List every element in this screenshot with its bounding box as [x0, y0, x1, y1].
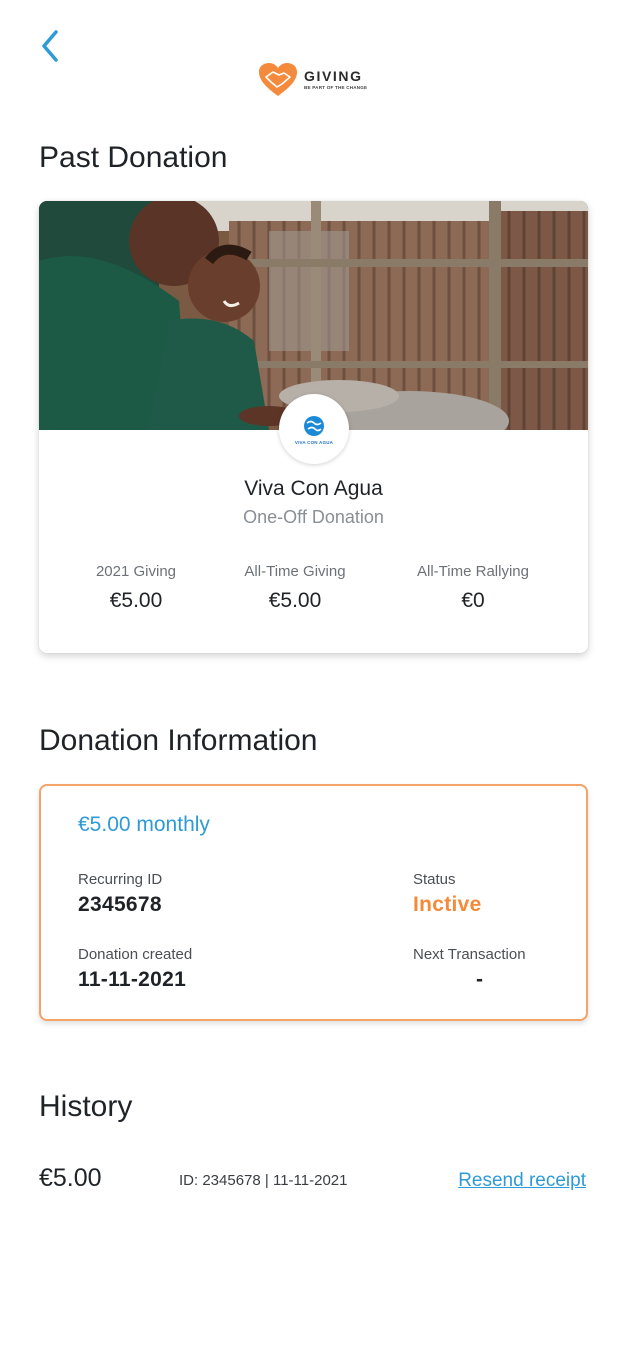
org-logo-text: VIVA CON AGUA: [294, 439, 334, 445]
stat-value: €5.00: [268, 589, 322, 612]
next-transaction-label: Next Transaction: [413, 946, 526, 963]
past-donation-title: Past Donation: [39, 141, 228, 174]
donation-type: One-Off Donation: [243, 507, 384, 527]
app-logo: GIVING BE PART OF THE CHANGE: [258, 60, 367, 100]
history-row: €5.00 ID: 2345678 | 11-11-2021 Resend re…: [39, 1162, 587, 1198]
stat-2021-giving: 2021 Giving €5.00: [51, 563, 221, 613]
stat-label: All-Time Giving: [244, 563, 346, 580]
stat-label: All-Time Rallying: [417, 563, 529, 580]
past-donation-card[interactable]: VIVA CON AGUA Viva Con Agua One-Off Dona…: [39, 201, 588, 653]
recurring-id-value: 2345678: [78, 893, 162, 916]
resend-receipt-link[interactable]: Resend receipt: [458, 1170, 586, 1192]
stat-label: 2021 Giving: [95, 563, 177, 580]
donation-information-title: Donation Information: [39, 724, 318, 757]
brand-tagline: BE PART OF THE CHANGE: [304, 85, 368, 91]
recurring-amount: €5.00 monthly: [78, 813, 210, 836]
history-meta: ID: 2345678 | 11-11-2021: [179, 1172, 348, 1189]
chevron-left-icon: [42, 30, 58, 62]
stat-all-time-giving: All-Time Giving €5.00: [210, 563, 380, 613]
status-value: Inctive: [413, 893, 482, 916]
org-logo: VIVA CON AGUA: [279, 394, 349, 464]
brand-text: GIVING BE PART OF THE CHANGE: [304, 69, 367, 91]
stat-value: €5.00: [109, 589, 163, 612]
status-label: Status: [413, 871, 456, 888]
donation-created-label: Donation created: [78, 946, 193, 963]
next-transaction-value: -: [476, 968, 484, 991]
stat-value: €0: [461, 589, 485, 612]
stat-all-time-rallying: All-Time Rallying €0: [388, 563, 558, 613]
donation-info-card: €5.00 monthly Recurring ID 2345678 Statu…: [39, 784, 588, 1021]
history-title: History: [39, 1090, 133, 1123]
globe-drop-icon: [304, 415, 324, 436]
heart-handshake-icon: [259, 63, 297, 96]
history-amount: €5.00: [39, 1164, 102, 1192]
org-name: Viva Con Agua: [244, 477, 383, 500]
recurring-id-label: Recurring ID: [78, 871, 163, 888]
back-button[interactable]: [32, 26, 68, 66]
brand-name: GIVING: [304, 68, 363, 85]
donation-created-value: 11-11-2021: [78, 968, 187, 991]
